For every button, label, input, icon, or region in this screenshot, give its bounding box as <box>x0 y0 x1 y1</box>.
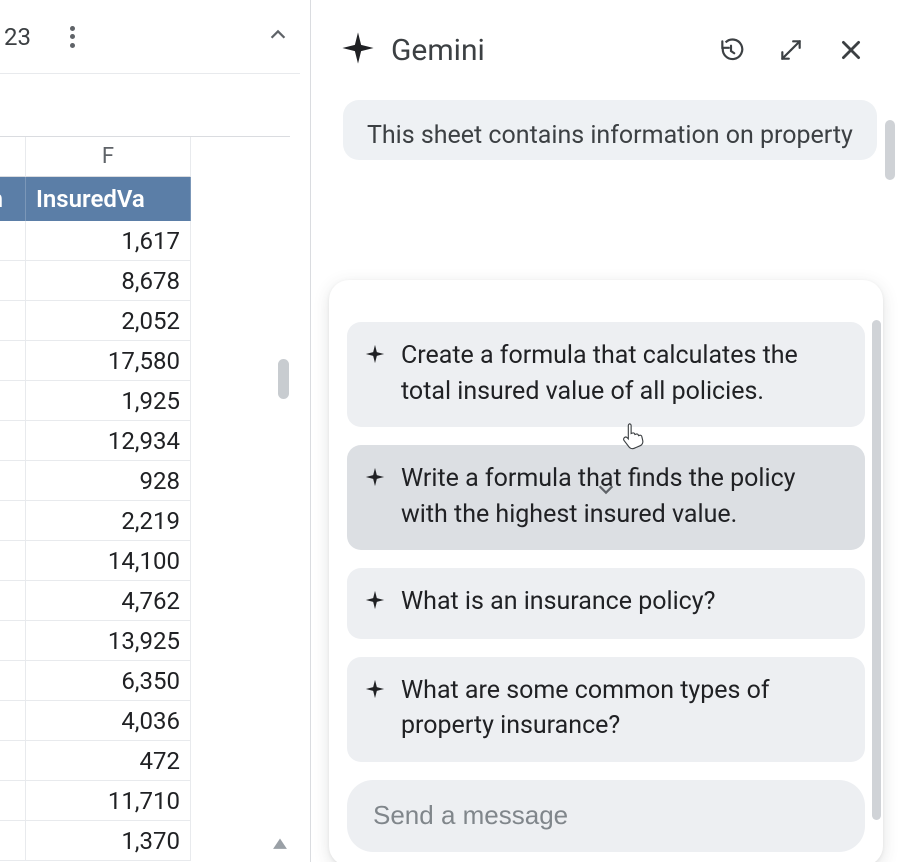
table-row: 2,219 <box>0 501 290 541</box>
table-row: 4,762 <box>0 581 290 621</box>
table-row: 14,100 <box>0 541 290 581</box>
column-header-row: E F <box>0 137 290 177</box>
cell-region[interactable] <box>0 541 26 581</box>
column-header[interactable]: E <box>0 137 26 177</box>
data-rows: 1,6178,678est2,05217,5801,925est12,934es… <box>0 221 290 861</box>
suggestions-card: Create a formula that calculates the tot… <box>329 280 883 862</box>
history-icon <box>718 37 744 63</box>
table-row: 1,370 <box>0 821 290 861</box>
cell-region[interactable] <box>0 821 26 861</box>
cell-region[interactable] <box>0 221 26 261</box>
cell-region[interactable] <box>0 661 26 701</box>
cell-insured-value[interactable]: 14,100 <box>26 541 191 581</box>
table-row: 1,617 <box>0 221 290 261</box>
suggestions-scrollbar[interactable] <box>872 320 881 686</box>
gemini-side-panel: Gemini This sheet contains infor <box>310 0 901 862</box>
expand-button[interactable] <box>769 28 813 72</box>
cell-region[interactable] <box>0 581 26 621</box>
suggestion-text: Create a formula that calculates the tot… <box>401 338 845 409</box>
cell-insured-value[interactable]: 4,762 <box>26 581 191 621</box>
expand-summary-button[interactable] <box>595 478 617 504</box>
close-button[interactable] <box>829 28 873 72</box>
suggestion-item[interactable]: What is an insurance policy? <box>347 568 865 639</box>
cell-insured-value[interactable]: 11,710 <box>26 781 191 821</box>
message-input[interactable] <box>373 800 839 831</box>
message-composer[interactable] <box>347 780 865 852</box>
cell-insured-value[interactable]: 2,052 <box>26 301 191 341</box>
spreadsheet-grid[interactable]: E F Region InsuredVa 1,6178,678est2,0521… <box>0 136 290 862</box>
expand-icon <box>778 37 804 63</box>
table-row: 17,580 <box>0 341 290 381</box>
table-row: 6,350 <box>0 661 290 701</box>
cell-insured-value[interactable]: 472 <box>26 741 191 781</box>
table-row: est928 <box>0 461 290 501</box>
table-row: 13,925 <box>0 621 290 661</box>
cell-region[interactable]: est <box>0 421 26 461</box>
table-row: est12,934 <box>0 421 290 461</box>
collapse-formula-bar-button[interactable] <box>256 15 300 59</box>
cell-reference: 23 <box>4 23 31 51</box>
more-options-button[interactable] <box>51 15 95 59</box>
cell-region[interactable] <box>0 501 26 541</box>
panel-body: This sheet contains information on prope… <box>311 100 901 862</box>
scroll-up-arrow-icon[interactable] <box>273 836 287 850</box>
cell-region[interactable]: est <box>0 301 26 341</box>
suggestion-item[interactable]: What are some common types of property i… <box>347 657 865 762</box>
table-row: 472 <box>0 741 290 781</box>
history-button[interactable] <box>709 28 753 72</box>
suggestion-item[interactable]: Create a formula that calculates the tot… <box>347 322 865 427</box>
spark-icon <box>365 461 385 498</box>
spark-icon <box>365 673 385 710</box>
chevron-up-icon <box>267 24 289 50</box>
cell-insured-value[interactable]: 1,617 <box>26 221 191 261</box>
table-row: 1,925 <box>0 381 290 421</box>
table-row: 8,678 <box>0 261 290 301</box>
table-row: est4,036 <box>0 701 290 741</box>
gemini-spark-icon <box>341 31 375 69</box>
cell-insured-value[interactable]: 1,925 <box>26 381 191 421</box>
cell-region[interactable] <box>0 261 26 301</box>
suggestion-text: What are some common types of property i… <box>401 673 845 744</box>
cell-region[interactable]: est <box>0 781 26 821</box>
cell-insured-value[interactable]: 4,036 <box>26 701 191 741</box>
cell-region[interactable] <box>0 621 26 661</box>
panel-header: Gemini <box>311 0 901 100</box>
cell-region[interactable] <box>0 341 26 381</box>
cell-insured-value[interactable]: 13,925 <box>26 621 191 661</box>
header-row: Region InsuredVa <box>0 177 290 221</box>
panel-title: Gemini <box>391 33 693 68</box>
sheet-summary-message: This sheet contains information on prope… <box>343 100 877 160</box>
cell-insured-value[interactable]: 12,934 <box>26 421 191 461</box>
cell-insured-value[interactable]: 6,350 <box>26 661 191 701</box>
cell-insured-value[interactable]: 1,370 <box>26 821 191 861</box>
vertical-scrollbar-thumb[interactable] <box>278 359 289 399</box>
spark-icon <box>365 338 385 375</box>
formula-bar-toolbar: 23 <box>0 0 300 74</box>
suggestion-text: What is an insurance policy? <box>401 584 845 620</box>
cell-region[interactable] <box>0 381 26 421</box>
cell-region[interactable]: est <box>0 461 26 501</box>
suggestions-scrollbar-thumb[interactable] <box>872 320 881 820</box>
cell-region[interactable] <box>0 741 26 781</box>
cell-insured-value[interactable]: 2,219 <box>26 501 191 541</box>
suggestion-text: Write a formula that finds the policy wi… <box>401 461 845 532</box>
table-row: est2,052 <box>0 301 290 341</box>
cell-insured-value[interactable]: 17,580 <box>26 341 191 381</box>
header-cell-region[interactable]: Region <box>0 177 26 221</box>
header-cell-insured-value[interactable]: InsuredVa <box>26 177 191 221</box>
chevron-down-icon <box>595 478 617 500</box>
column-header[interactable]: F <box>26 137 191 177</box>
cell-insured-value[interactable]: 8,678 <box>26 261 191 301</box>
close-icon <box>838 37 864 63</box>
cell-insured-value[interactable]: 928 <box>26 461 191 501</box>
vertical-dots-icon <box>70 26 75 48</box>
table-row: est11,710 <box>0 781 290 821</box>
spark-icon <box>365 584 385 621</box>
cell-region[interactable]: est <box>0 701 26 741</box>
